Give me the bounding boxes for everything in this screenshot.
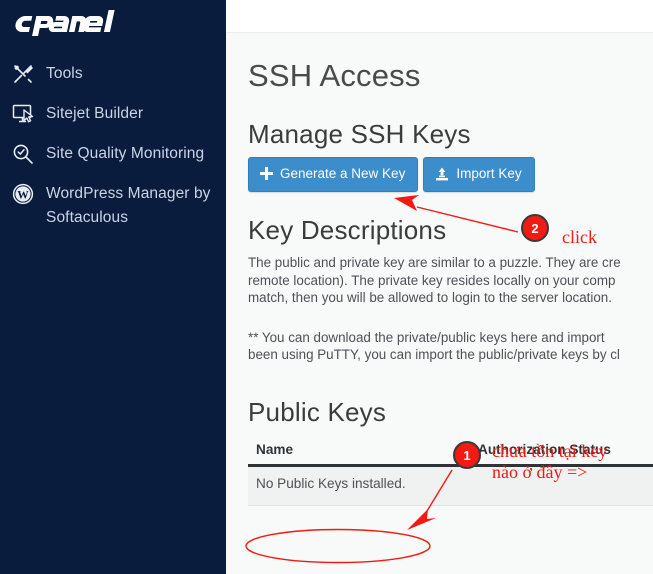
wordpress-icon: W xyxy=(12,182,46,206)
table-row: No Public Keys installed. xyxy=(248,467,653,507)
column-header-name: Name xyxy=(256,442,294,458)
import-key-button[interactable]: Import Key xyxy=(423,156,535,192)
sidebar-item-label: WordPress Manager by Softaculous xyxy=(46,185,211,226)
import-key-label: Import Key xyxy=(456,165,522,181)
generate-new-key-label: Generate a New Key xyxy=(280,165,406,181)
key-description-paragraph-1: The public and private key are similar t… xyxy=(248,254,653,307)
sidebar-item-tools[interactable]: Tools xyxy=(0,62,226,86)
cpanel-logo[interactable] xyxy=(14,8,154,42)
plus-icon xyxy=(260,167,273,181)
desc-line: remote location). The private key reside… xyxy=(248,272,616,288)
key-action-buttons: Generate a New Key Import Key xyxy=(248,156,653,192)
tools-icon xyxy=(12,62,46,86)
key-description-paragraph-2: ** You can download the private/public k… xyxy=(248,329,653,364)
column-header-authorization-status: Authorization Status xyxy=(478,442,611,458)
main-content: SSH Access Manage SSH Keys Generate a Ne… xyxy=(226,33,653,574)
public-keys-table: Name Authorization Status No Public Keys… xyxy=(248,438,653,507)
sidebar: Tools Sitejet Builder Site Quality Monit… xyxy=(0,0,226,574)
sidebar-nav: Tools Sitejet Builder Site Quality Monit… xyxy=(0,62,226,246)
import-upload-icon xyxy=(435,167,449,181)
desc-line: match, then you will be allowed to login… xyxy=(248,290,612,306)
table-header-row: Name Authorization Status xyxy=(248,438,653,468)
top-bar xyxy=(226,0,653,33)
key-descriptions-heading: Key Descriptions xyxy=(248,214,447,245)
page-title: SSH Access xyxy=(248,58,421,93)
sidebar-item-site-quality-monitoring[interactable]: Site Quality Monitoring xyxy=(0,142,226,166)
sidebar-item-label: Sitejet Builder xyxy=(46,105,144,122)
magnifier-check-icon xyxy=(12,142,46,166)
sidebar-item-label: Site Quality Monitoring xyxy=(46,145,205,162)
monitor-cursor-icon xyxy=(12,102,46,126)
sidebar-item-label: Tools xyxy=(46,65,83,82)
sidebar-item-sitejet-builder[interactable]: Sitejet Builder xyxy=(0,102,226,126)
desc-line: The public and private key are similar t… xyxy=(248,255,621,271)
desc-line: been using PuTTY, you can import the pub… xyxy=(248,347,620,363)
sidebar-item-wordpress-manager[interactable]: W WordPress Manager by Softaculous xyxy=(0,182,226,230)
manage-ssh-keys-heading: Manage SSH Keys xyxy=(248,119,471,150)
empty-state-message: No Public Keys installed. xyxy=(256,476,406,492)
public-keys-heading: Public Keys xyxy=(248,396,387,427)
svg-text:W: W xyxy=(17,189,29,201)
generate-new-key-button[interactable]: Generate a New Key xyxy=(248,156,419,192)
desc-line: ** You can download the private/public k… xyxy=(248,329,605,345)
